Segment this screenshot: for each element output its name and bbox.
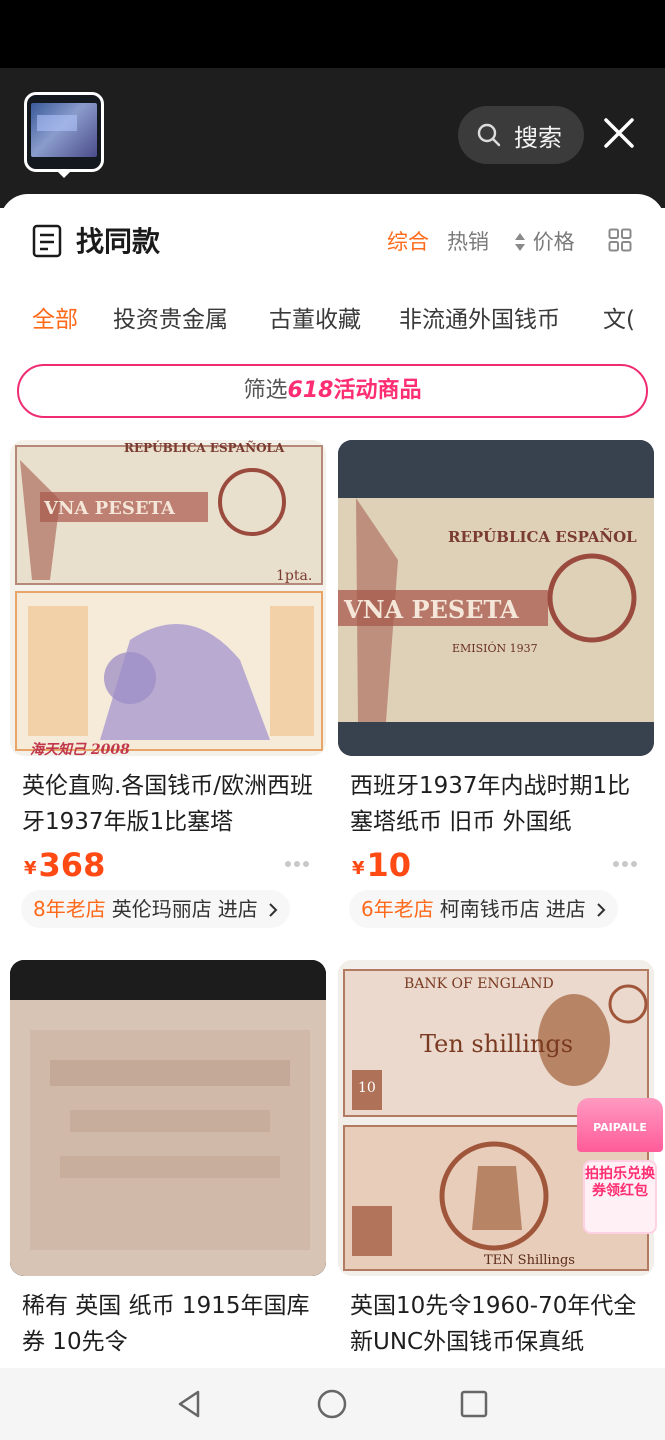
image-text-ten-shillings: Ten shillings bbox=[420, 1030, 573, 1058]
promo-widget[interactable]: PAIPAILE 拍拍乐兑换券领红包 bbox=[577, 1098, 663, 1236]
image-text-ten-shillings-2: TEN Shillings bbox=[484, 1253, 575, 1268]
product-image-1[interactable]: REPÚBLICA ESPAÑOLA VNA PESETA 1pta. 海天知己… bbox=[10, 440, 326, 756]
system-navigation-bar bbox=[0, 1368, 665, 1440]
more-options-icon[interactable] bbox=[284, 860, 310, 868]
currency-symbol: ¥ bbox=[352, 858, 365, 879]
search-label: 搜索 bbox=[514, 123, 562, 152]
chevron-right-icon bbox=[597, 903, 606, 917]
product-price-2: ¥10 bbox=[352, 846, 411, 884]
image-text-10: 10 bbox=[358, 1080, 376, 1096]
document-list-icon bbox=[32, 224, 62, 258]
category-tabs: 全部 投资贵金属 古董收藏 非流通外国钱币 文( bbox=[0, 296, 665, 340]
currency-symbol: ¥ bbox=[24, 858, 37, 879]
grid-icon[interactable] bbox=[608, 228, 632, 252]
product-price-1: ¥368 bbox=[24, 846, 105, 884]
category-tab-all[interactable]: 全部 bbox=[32, 300, 78, 334]
more-options-icon[interactable] bbox=[612, 860, 638, 868]
banknote-peseta-photo-image: REPÚBLICA ESPAÑOL VNA PESETA EMISIÓN 193… bbox=[338, 440, 654, 756]
category-tab-precious-metals[interactable]: 投资贵金属 bbox=[113, 300, 228, 334]
sort-arrows-icon bbox=[515, 233, 525, 251]
back-icon[interactable] bbox=[174, 1388, 206, 1420]
search-button[interactable]: 搜索 bbox=[458, 106, 584, 164]
product-image-2[interactable]: REPÚBLICA ESPAÑOL VNA PESETA EMISIÓN 193… bbox=[338, 440, 654, 756]
product-title-4[interactable]: 英国10先令1960-70年代全新UNC外国钱币保真纸 bbox=[350, 1288, 650, 1360]
product-title-2[interactable]: 西班牙1937年内战时期1比塞塔纸币 旧币 外国纸 bbox=[350, 768, 650, 840]
query-image-thumbnail[interactable] bbox=[24, 92, 104, 172]
search-icon bbox=[477, 123, 501, 147]
banknote-peseta-image: REPÚBLICA ESPAÑOLA VNA PESETA 1pta. 海天知己… bbox=[10, 440, 326, 756]
category-tab-more[interactable]: 文( bbox=[603, 300, 635, 334]
status-bar bbox=[0, 0, 665, 68]
image-text-bank-of-england: BANK OF ENGLAND bbox=[404, 976, 554, 992]
close-icon[interactable] bbox=[598, 112, 640, 154]
enter-shop-label: 进店 bbox=[545, 897, 586, 921]
category-tab-foreign-coins[interactable]: 非流通外国钱币 bbox=[399, 300, 560, 334]
enter-shop-label: 进店 bbox=[217, 897, 258, 921]
image-text-peseta-2: VNA PESETA bbox=[343, 595, 519, 624]
filter-suffix: 活动商品 bbox=[333, 378, 422, 403]
shop-link-2[interactable]: 6年老店 柯南钱币店 进店 bbox=[349, 890, 619, 928]
sort-tab-price-label: 价格 bbox=[532, 230, 575, 254]
banknote-treasury-note-image bbox=[10, 960, 326, 1276]
page-title: 找同款 bbox=[76, 225, 161, 258]
price-value: 368 bbox=[38, 846, 106, 884]
results-header: 找同款 综合 热销 价格 bbox=[0, 214, 665, 270]
recent-apps-icon[interactable] bbox=[458, 1388, 490, 1420]
shop-age-badge: 6年老店 bbox=[361, 897, 434, 921]
promo-red-packet: 拍拍乐兑换券领红包 bbox=[583, 1160, 657, 1234]
product-title-1[interactable]: 英伦直购.各国钱币/欧洲西班牙1937年版1比塞塔 bbox=[22, 768, 322, 840]
image-text-republica: REPÚBLICA ESPAÑOLA bbox=[124, 440, 285, 455]
image-watermark: 海天知己 2008 bbox=[30, 741, 130, 756]
home-icon[interactable] bbox=[316, 1388, 348, 1420]
category-tab-antiques[interactable]: 古董收藏 bbox=[269, 300, 361, 334]
price-value: 10 bbox=[366, 846, 412, 884]
banknote-thumbnail-image bbox=[31, 103, 97, 157]
sort-tab-price[interactable]: 价格 bbox=[514, 226, 575, 256]
filter-618-button[interactable]: 筛选618活动商品 bbox=[17, 364, 648, 418]
shop-age-badge: 8年老店 bbox=[33, 897, 106, 921]
image-text-peseta: VNA PESETA bbox=[43, 498, 176, 519]
chevron-right-icon bbox=[269, 903, 278, 917]
image-text-republica-2: REPÚBLICA ESPAÑOL bbox=[448, 527, 637, 546]
promo-brand-badge: PAIPAILE bbox=[577, 1098, 663, 1152]
image-text-emision: EMISIÓN 1937 bbox=[452, 641, 538, 655]
sort-tab-hot-sales[interactable]: 热销 bbox=[447, 226, 489, 256]
shop-name: 英伦玛丽店 bbox=[111, 897, 212, 921]
sort-tab-comprehensive[interactable]: 综合 bbox=[387, 226, 429, 256]
product-title-3[interactable]: 稀有 英国 纸币 1915年国库券 10先令 bbox=[22, 1288, 322, 1360]
filter-prefix: 筛选 bbox=[243, 378, 288, 403]
thumbnail-pointer bbox=[56, 170, 72, 178]
product-image-3[interactable] bbox=[10, 960, 326, 1276]
filter-618-number: 618 bbox=[287, 378, 334, 403]
shop-name: 柯南钱币店 bbox=[439, 897, 540, 921]
shop-link-1[interactable]: 8年老店 英伦玛丽店 进店 bbox=[21, 890, 291, 928]
image-text-1pta: 1pta. bbox=[276, 568, 312, 584]
